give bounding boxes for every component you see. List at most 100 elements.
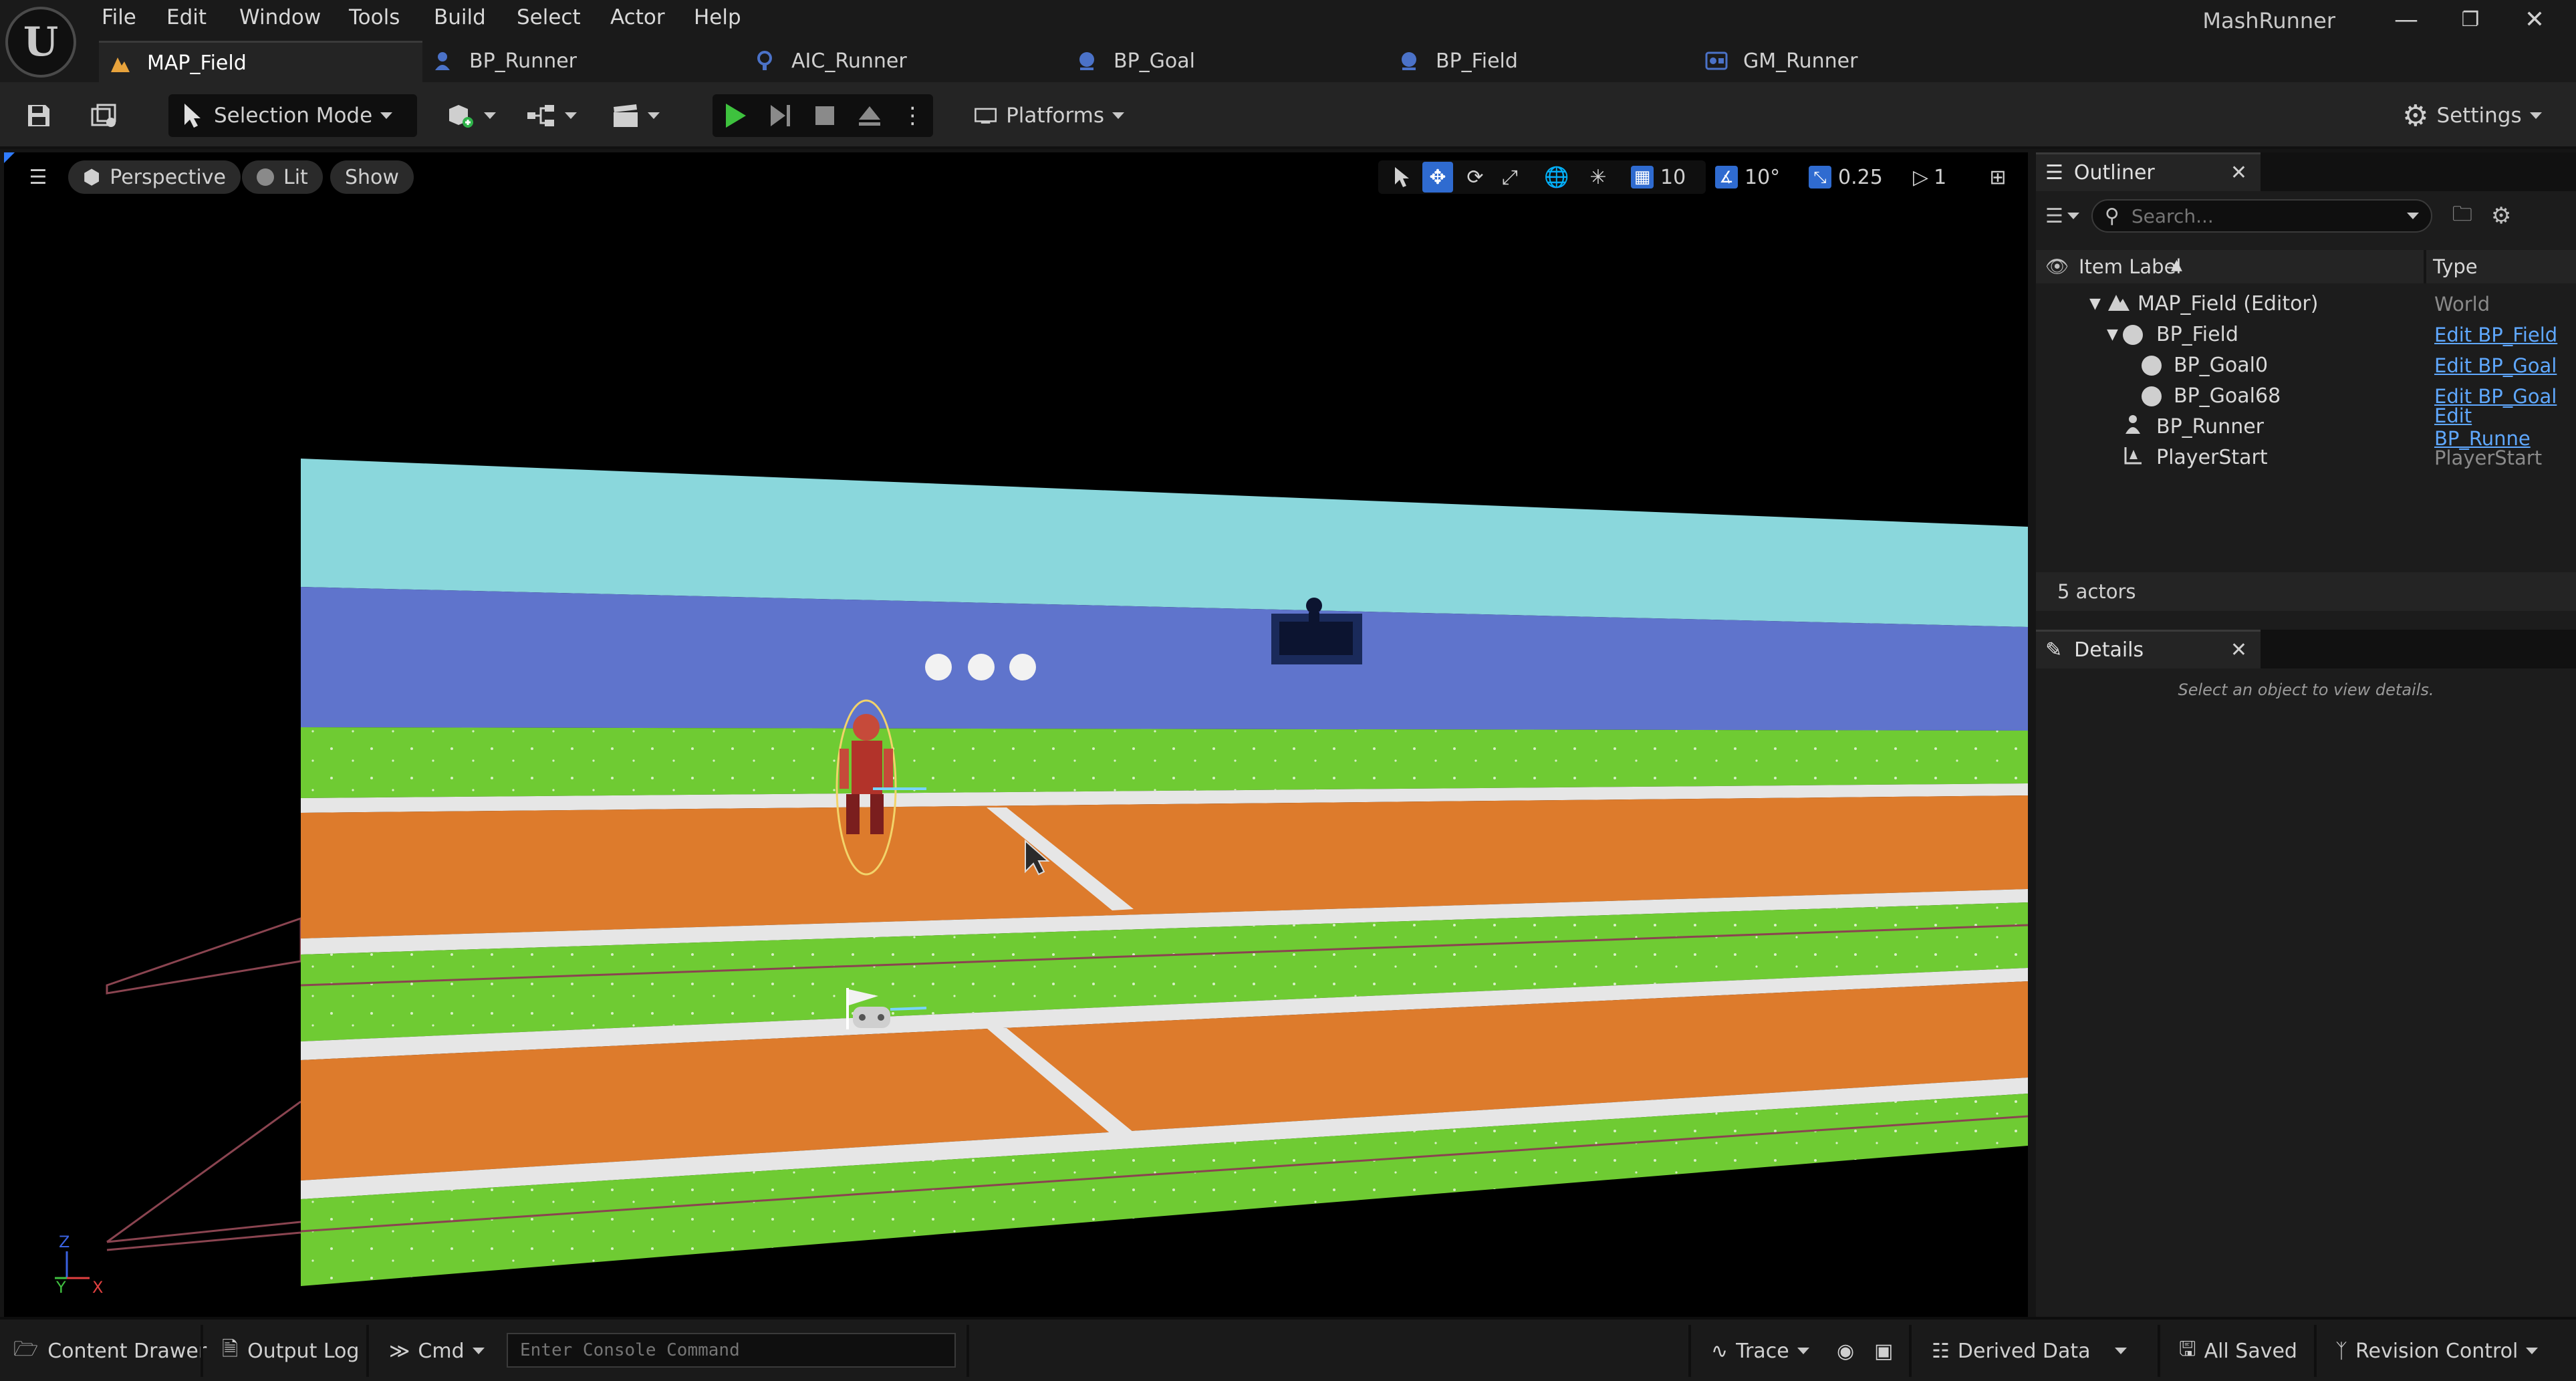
tab-gm-runner[interactable]: GM_Runner [1695,41,2019,81]
platforms-dropdown[interactable]: Platforms [973,94,1124,137]
all-saved-button[interactable]: 🖫 All Saved [2179,1326,2297,1376]
move-icon: ✥ [1429,165,1446,189]
outliner-row-bp-field[interactable]: ▼ BP_Field Edit BP_Field [2036,320,2559,350]
surface-snap-button[interactable]: ✳ [1583,162,1614,193]
grid-snap-button[interactable]: ▦ 10 [1631,162,1699,193]
tab-map-field[interactable]: MAP_Field [99,41,422,83]
menu-select[interactable]: Select [517,4,581,31]
chevron-down-icon[interactable] [2067,213,2079,219]
type-column[interactable]: Type [2433,255,2478,278]
console-command-input[interactable] [508,1334,954,1366]
blueprints-button[interactable] [521,94,582,137]
world-space-button[interactable]: 🌐 [1541,162,1572,193]
cmd-dropdown[interactable]: ≫ Cmd [389,1326,485,1376]
outliner-row-bp-goal0[interactable]: BP_Goal0 Edit BP_Goal [2036,350,2559,380]
browse-button[interactable] [83,94,126,137]
stop-icon[interactable] [811,101,838,130]
lit-dropdown[interactable]: Lit [242,160,323,194]
cinematics-button[interactable] [606,94,666,137]
tab-bp-runner[interactable]: BP_Runner [421,41,745,81]
screenshot-button[interactable]: ▣ [1874,1326,1893,1376]
output-log-icon: 🗎 [222,1337,239,1361]
record-button[interactable]: ◉ [1837,1326,1854,1376]
item-label: BP_Goal0 [2174,354,2269,377]
content-drawer-button[interactable]: 🗁 Content Drawer [13,1326,207,1376]
selection-mode-dropdown[interactable]: Selection Mode [168,94,417,137]
console-command-box[interactable] [507,1333,956,1368]
column-divider[interactable] [2424,250,2426,283]
revision-control-dropdown[interactable]: ᛉ Revision Control [2335,1326,2539,1376]
close-icon[interactable]: ✕ [2230,638,2247,662]
outliner-row-map-field[interactable]: ▼ MAP_Field (Editor) World [2036,289,2559,319]
advance-frame-icon[interactable] [767,101,793,130]
trace-dropdown[interactable]: ∿ Trace [1711,1326,1809,1376]
menu-file[interactable]: File [102,4,136,31]
close-icon[interactable]: ✕ [2230,161,2247,184]
menu-edit[interactable]: Edit [166,4,207,31]
outliner-search-box[interactable]: ⚲ [2091,199,2432,233]
derived-data-dropdown[interactable]: ☷ Derived Data [1932,1326,2127,1376]
edit-blueprint-link[interactable]: Edit BP_Field [2434,324,2557,346]
settings-dropdown[interactable]: ⚙ Settings [2402,94,2544,137]
select-tool-button[interactable] [1386,162,1417,193]
menu-tools[interactable]: Tools [349,4,400,31]
platforms-label: Platforms [1006,104,1104,128]
edit-blueprint-link[interactable]: Edit BP_Goal [2434,354,2557,377]
minimize-button[interactable]: — [2373,0,2440,39]
play-icon[interactable] [722,101,749,130]
unreal-logo[interactable]: U [5,7,76,78]
rotation-snap-button[interactable]: ∡ 10° [1715,162,1790,193]
scale-tool-button[interactable]: ⤢ [1495,162,1525,193]
scale-snap-button[interactable]: ⤡ 0.25 [1809,162,1900,193]
record-icon: ◉ [1837,1339,1855,1363]
collapse-arrow-icon[interactable]: ▼ [2107,326,2118,343]
add-folder-icon[interactable]: 🗀 [2452,199,2472,233]
eject-icon[interactable] [856,101,883,130]
menu-actor[interactable]: Actor [610,4,665,31]
viewport-layout-button[interactable]: ⊞ [1982,162,2013,193]
derived-data-icon: ☷ [1932,1339,1950,1363]
item-type: PlayerStart [2434,446,2543,469]
output-log-button[interactable]: 🗎 Output Log [222,1326,359,1376]
rotate-tool-button[interactable]: ⟳ [1460,162,1491,193]
outliner-tab[interactable]: ☰ Outliner ✕ [2036,152,2261,191]
collapse-arrow-icon[interactable]: ▼ [2089,295,2101,312]
details-header: ✎ Details ✕ [2036,630,2576,668]
item-label-column[interactable]: Item Label [2079,255,2181,278]
surface-snap-icon: ✳ [1589,165,1607,189]
add-actor-button[interactable] [441,94,501,137]
search-input[interactable] [2130,204,2399,228]
actor-icon [2123,324,2143,345]
all-saved-label: All Saved [2204,1339,2297,1363]
show-dropdown[interactable]: Show [330,160,414,194]
tab-label: BP_Runner [469,49,577,73]
details-tab[interactable]: ✎ Details ✕ [2036,630,2261,668]
camera-speed-button[interactable]: ▷ 1 [1913,162,1966,193]
close-window-button[interactable]: ✕ [2501,0,2568,39]
tab-bp-goal[interactable]: BP_Goal [1065,41,1389,81]
player-start-icon [2123,445,2146,471]
tab-bp-field[interactable]: BP_Field [1388,41,1711,81]
more-options-icon[interactable]: ⋮ [901,102,924,129]
menu-window[interactable]: Window [239,4,321,31]
visibility-eye-icon[interactable]: 👁 [2045,255,2069,277]
viewport-menu-button[interactable]: ☰ [23,162,53,193]
gear-icon[interactable]: ⚙ [2491,203,2511,229]
tab-aic-runner[interactable]: AIC_Runner [743,41,1067,81]
perspective-dropdown[interactable]: ⬢ Perspective [68,160,241,194]
menu-build[interactable]: Build [434,4,486,31]
level-viewport[interactable]: ☰ ⬢ Perspective Lit Show ✥ ⟳ ⤢ 🌐 ✳ ▦ 10 … [4,152,2028,1317]
outliner-row-bp-runner[interactable]: BP_Runner Edit BP_Runne [2036,404,2559,450]
scene-render[interactable] [4,152,2028,1317]
actor-count: 5 actors [2036,572,2576,611]
translate-tool-button[interactable]: ✥ [1422,162,1453,193]
restore-button[interactable]: ❐ [2437,0,2504,39]
minimize-icon: — [2394,5,2418,33]
camera-speed-value: 1 [1934,165,1947,189]
save-button[interactable] [17,94,60,137]
outliner-row-player-start[interactable]: PlayerStart PlayerStart [2036,443,2559,473]
filter-icon[interactable]: ☰ [2045,205,2063,228]
menu-help[interactable]: Help [694,4,741,31]
chevron-down-icon[interactable] [2406,213,2419,219]
item-label: BP_Field [2156,323,2238,346]
